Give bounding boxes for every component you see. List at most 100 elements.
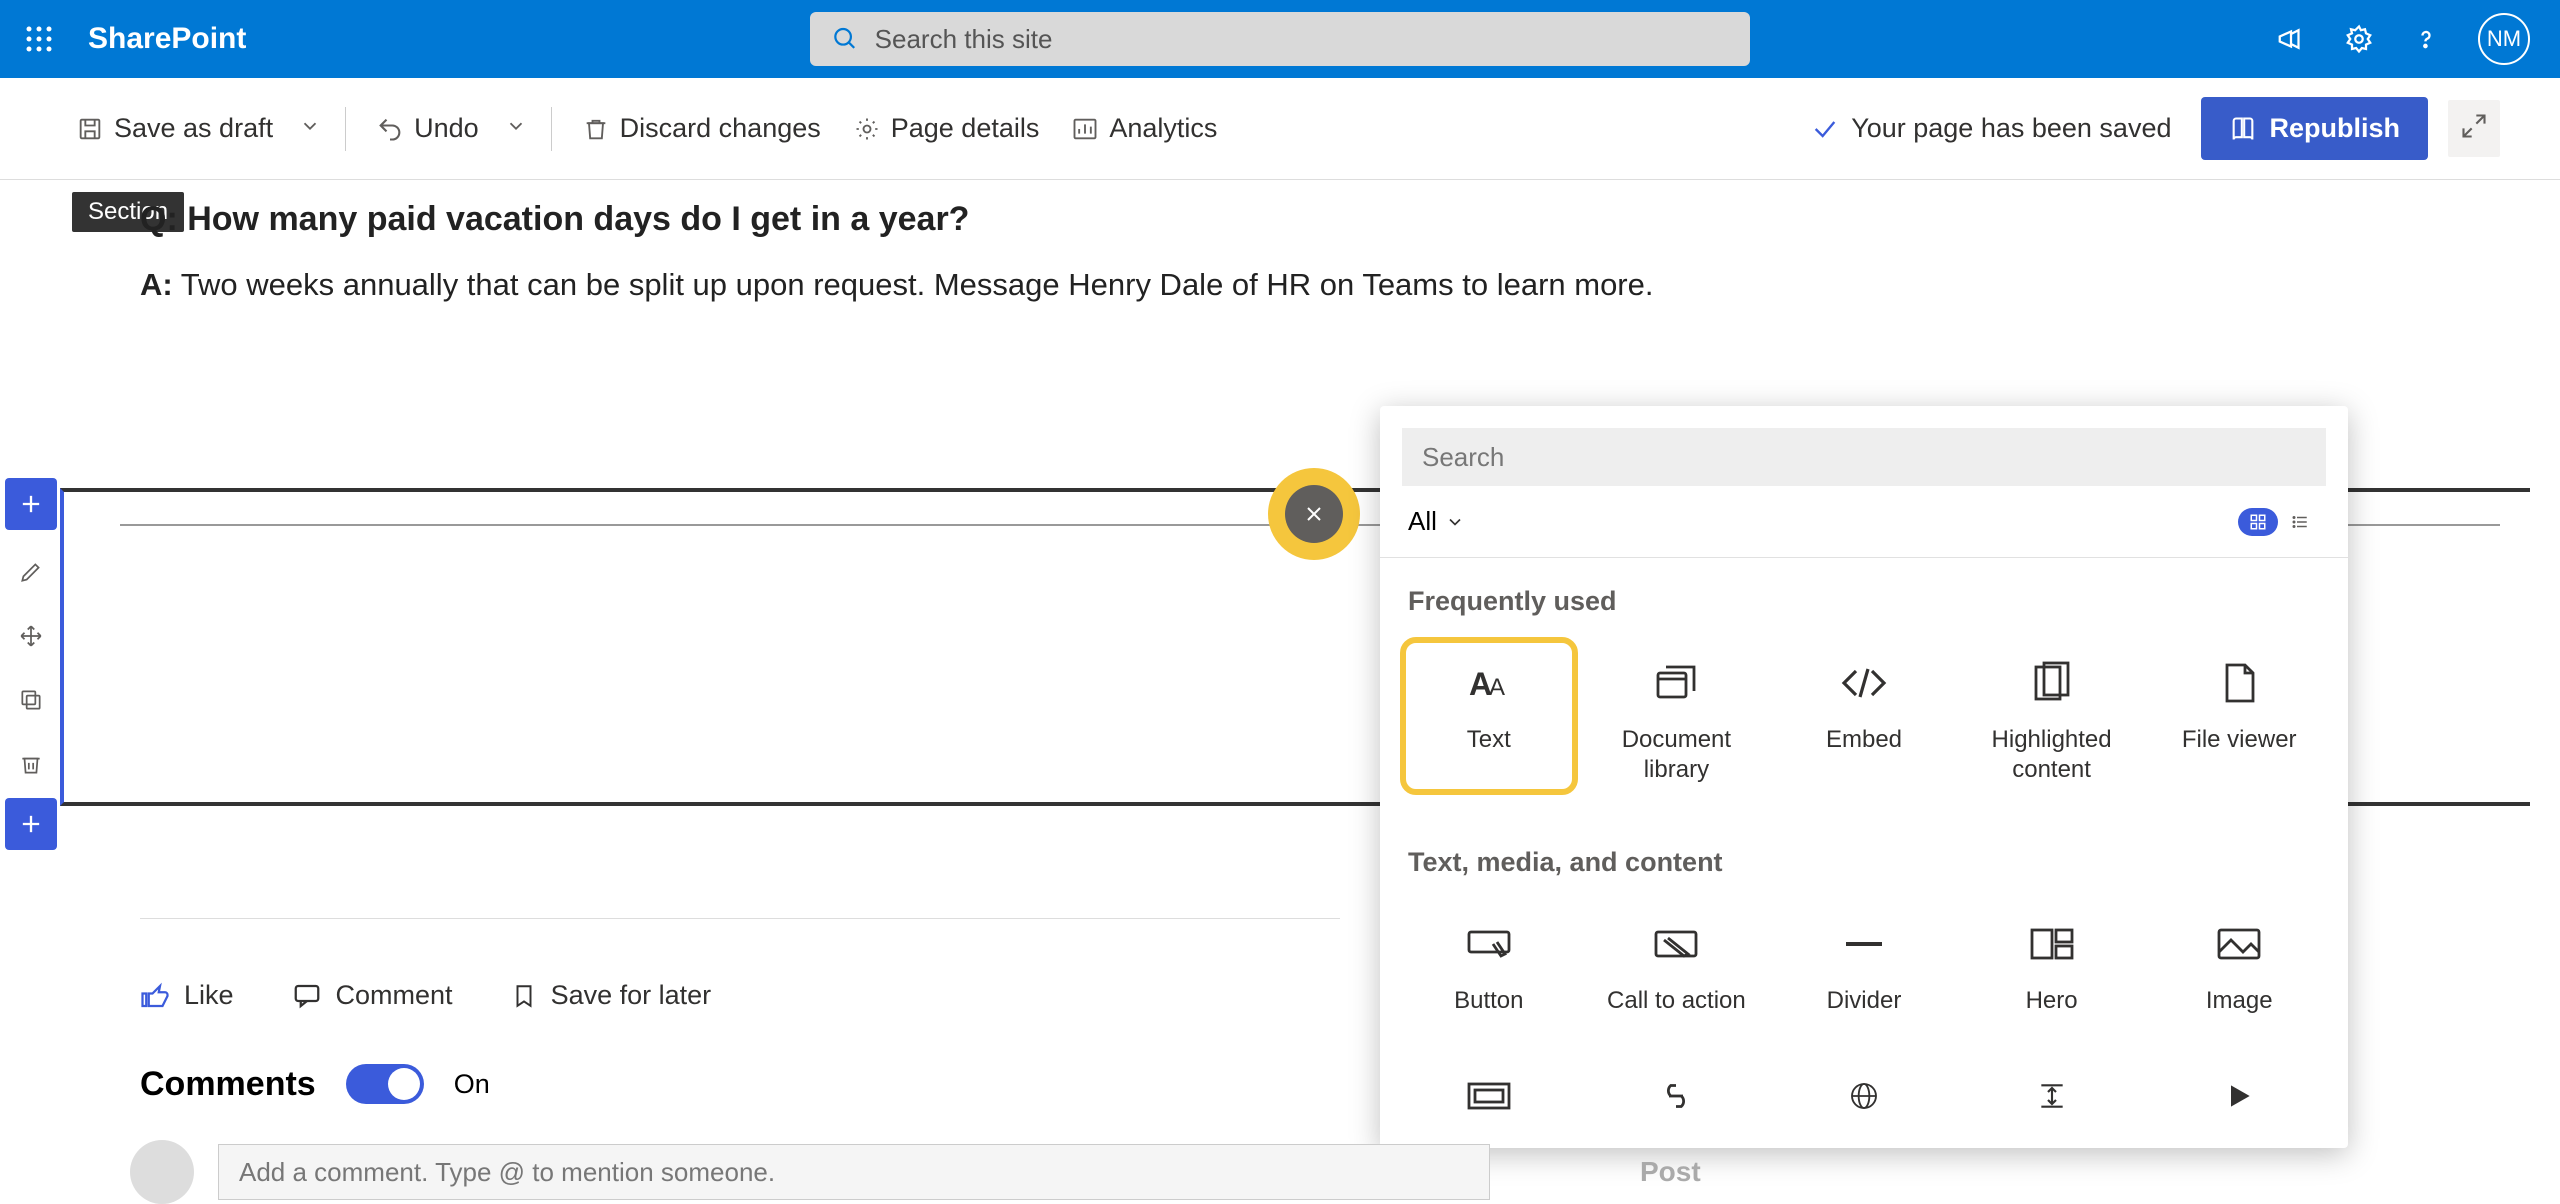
undo-label: Undo xyxy=(414,113,479,144)
delete-section-button[interactable] xyxy=(5,732,57,796)
comments-heading: Comments xyxy=(140,1065,316,1104)
undo-chevron[interactable] xyxy=(495,107,537,150)
grid-view-toggle[interactable] xyxy=(2238,508,2278,536)
link-icon xyxy=(1655,1068,1697,1124)
app-launcher[interactable] xyxy=(0,24,78,54)
waffle-icon xyxy=(24,24,54,54)
analytics-button[interactable]: Analytics xyxy=(1055,105,1233,152)
faq-question: Q: How many paid vacation days do I get … xyxy=(140,200,2480,239)
webpart-label: Document library xyxy=(1592,725,1762,785)
undo-button[interactable]: Undo xyxy=(360,105,495,152)
bookmark-icon xyxy=(511,981,537,1011)
collapse-pane-button[interactable] xyxy=(2448,100,2500,157)
picker-filter-label: All xyxy=(1408,506,1437,537)
comments-toggle[interactable] xyxy=(346,1064,424,1104)
edit-section-button[interactable] xyxy=(5,540,57,604)
plus-icon xyxy=(17,810,45,838)
svg-text:A: A xyxy=(1489,674,1505,701)
document-library-icon xyxy=(1652,655,1700,711)
webpart-image[interactable]: Image xyxy=(2150,898,2328,1026)
webpart-unknown-5[interactable] xyxy=(2150,1050,2328,1148)
list-icon xyxy=(2291,513,2309,531)
collapse-icon xyxy=(2460,112,2488,140)
user-avatar[interactable]: NM xyxy=(2478,13,2530,65)
discard-button[interactable]: Discard changes xyxy=(566,105,837,152)
suite-header: SharePoint NM xyxy=(0,0,2560,78)
webpart-label: File viewer xyxy=(2182,725,2297,755)
app-name[interactable]: SharePoint xyxy=(88,22,246,56)
close-picker-highlight xyxy=(1268,468,1360,560)
save-icon xyxy=(76,115,104,143)
embed-icon xyxy=(1840,655,1888,711)
like-button[interactable]: Like xyxy=(140,980,234,1011)
list-view-toggle[interactable] xyxy=(2280,508,2320,536)
header-right: NM xyxy=(2276,13,2560,65)
file-viewer-icon xyxy=(2215,655,2263,711)
webpart-label: Image xyxy=(2206,986,2273,1016)
cta-icon xyxy=(1652,916,1700,972)
chevron-down-icon xyxy=(1445,512,1465,532)
add-section-below-button[interactable] xyxy=(5,798,57,850)
duplicate-section-button[interactable] xyxy=(5,668,57,732)
megaphone-icon[interactable] xyxy=(2276,24,2306,54)
undo-icon xyxy=(376,115,404,143)
globe-icon xyxy=(1843,1068,1885,1124)
page-details-button[interactable]: Page details xyxy=(837,105,1056,152)
move-icon xyxy=(18,623,44,649)
picker-grid-tmc: Button Call to action Divider Hero Image xyxy=(1380,892,2348,1050)
close-picker-button[interactable] xyxy=(1285,485,1343,543)
webpart-unknown-1[interactable] xyxy=(1400,1050,1578,1148)
webpart-label: Call to action xyxy=(1607,986,1746,1016)
comment-input[interactable]: Add a comment. Type @ to mention someone… xyxy=(218,1144,1490,1200)
comment-button[interactable]: Comment xyxy=(292,980,453,1011)
page-details-label: Page details xyxy=(891,113,1040,144)
webpart-embed[interactable]: Embed xyxy=(1775,637,1953,795)
picker-search-input[interactable] xyxy=(1402,428,2326,486)
webpart-unknown-2[interactable] xyxy=(1588,1050,1766,1148)
site-search-input[interactable] xyxy=(875,24,1728,55)
picker-view-toggle xyxy=(2238,508,2320,536)
webpart-divider[interactable]: Divider xyxy=(1775,898,1953,1026)
image-gallery-icon xyxy=(1465,1068,1513,1124)
save-draft-button[interactable]: Save as draft xyxy=(60,105,289,152)
webpart-button[interactable]: Button xyxy=(1400,898,1578,1026)
webpart-unknown-3[interactable] xyxy=(1775,1050,1953,1148)
save-for-later-button[interactable]: Save for later xyxy=(511,980,712,1011)
discard-icon xyxy=(582,115,610,143)
webpart-label: Text xyxy=(1467,725,1511,755)
webpart-highlighted-content[interactable]: Highlighted content xyxy=(1963,637,2141,795)
button-icon xyxy=(1465,916,1513,972)
webpart-file-viewer[interactable]: File viewer xyxy=(2150,637,2328,795)
webpart-text[interactable]: AA Text xyxy=(1400,637,1578,795)
webpart-label: Divider xyxy=(1827,986,1902,1016)
site-search[interactable] xyxy=(810,12,1750,66)
save-draft-label: Save as draft xyxy=(114,113,273,144)
picker-category-filter[interactable]: All xyxy=(1408,506,1465,537)
copy-icon xyxy=(18,687,44,713)
a-prefix: A: xyxy=(140,267,173,302)
webpart-unknown-4[interactable] xyxy=(1963,1050,2141,1148)
q-prefix: Q: xyxy=(140,200,178,238)
text-icon: AA xyxy=(1465,655,1513,711)
help-icon[interactable] xyxy=(2412,25,2440,53)
settings-icon[interactable] xyxy=(2344,24,2374,54)
save-draft-chevron[interactable] xyxy=(289,107,331,150)
book-icon xyxy=(2229,115,2257,143)
checkmark-icon xyxy=(1811,115,1839,143)
move-section-button[interactable] xyxy=(5,604,57,668)
post-button[interactable]: Post xyxy=(1640,1156,1701,1188)
save-label: Save for later xyxy=(551,980,712,1011)
webpart-hero[interactable]: Hero xyxy=(1963,898,2141,1026)
search-icon xyxy=(832,25,859,53)
webpart-call-to-action[interactable]: Call to action xyxy=(1588,898,1766,1026)
webpart-document-library[interactable]: Document library xyxy=(1588,637,1766,795)
social-bar: Like Comment Save for later xyxy=(140,980,711,1011)
comment-avatar xyxy=(130,1140,194,1204)
q-text: How many paid vacation days do I get in … xyxy=(178,200,970,238)
add-section-above-button[interactable] xyxy=(5,478,57,530)
gear-icon xyxy=(853,115,881,143)
divider-icon xyxy=(1840,916,1888,972)
republish-button[interactable]: Republish xyxy=(2201,97,2428,160)
analytics-label: Analytics xyxy=(1109,113,1217,144)
content-divider xyxy=(140,918,1340,919)
